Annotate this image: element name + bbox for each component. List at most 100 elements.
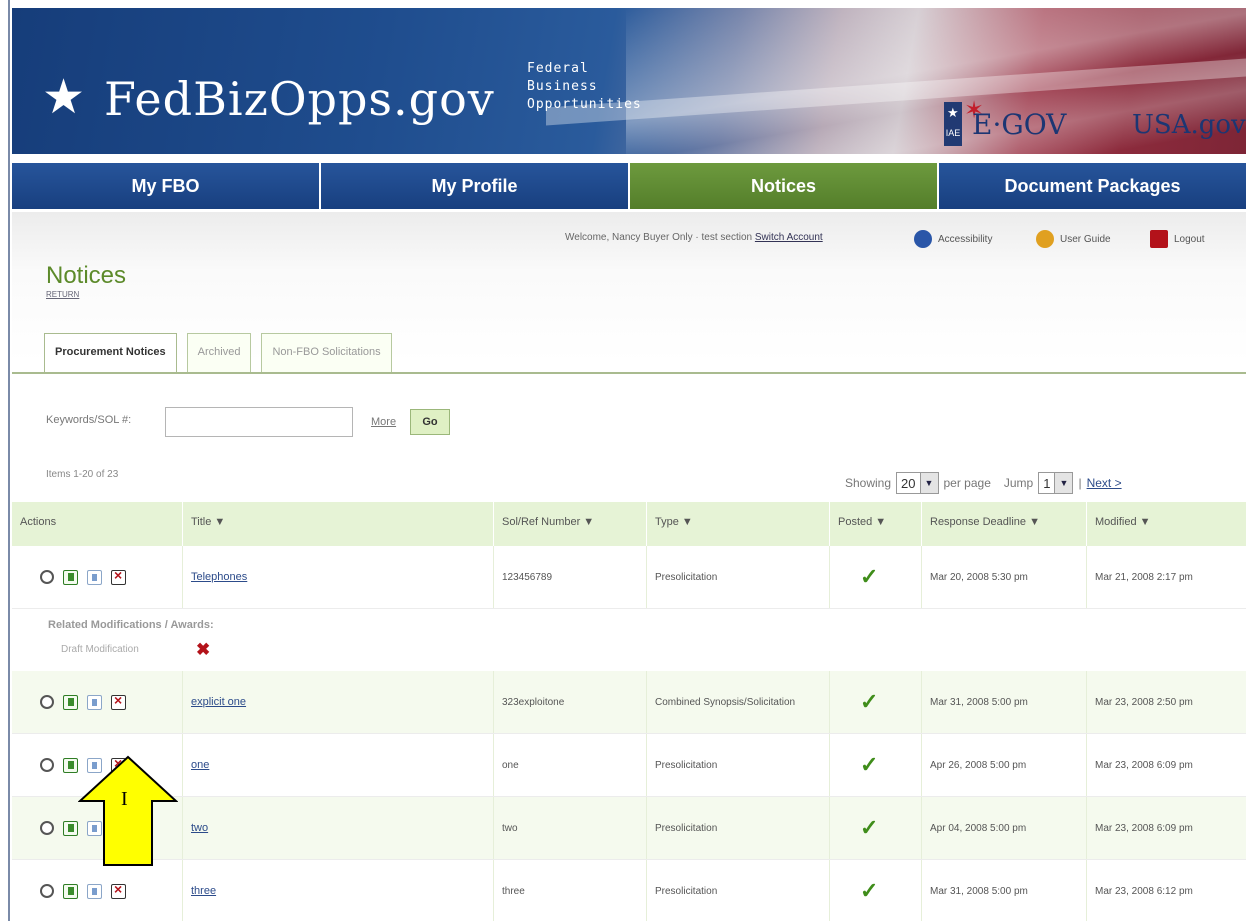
row-modified: Mar 23, 2008 6:12 pm: [1095, 885, 1193, 897]
usagov-logo[interactable]: USA.gov: [1132, 110, 1246, 140]
modify-icon[interactable]: [87, 569, 102, 585]
delete-icon[interactable]: [111, 692, 126, 710]
keywords-label: Keywords/SOL #:: [46, 414, 132, 426]
notice-title-link[interactable]: two: [191, 822, 208, 834]
go-button[interactable]: Go: [410, 409, 450, 435]
pager-divider: |: [1078, 476, 1082, 490]
row-actions: [12, 546, 183, 608]
jump-select[interactable]: 1 ▼: [1038, 472, 1074, 494]
edit-icon[interactable]: [63, 820, 78, 836]
per-page-label: per page: [943, 476, 991, 490]
chevron-down-icon: ▼: [1054, 473, 1073, 493]
notices-table: Actions Title ▼ Sol/Ref Number ▼ Type ▼ …: [12, 502, 1246, 921]
delete-icon[interactable]: [111, 881, 126, 899]
edit-icon[interactable]: [63, 569, 78, 585]
modify-icon[interactable]: [87, 694, 102, 710]
col-type[interactable]: Type ▼: [647, 502, 830, 546]
row-posted: ✓: [830, 671, 922, 733]
page-title: Notices: [46, 262, 127, 289]
view-icon[interactable]: [40, 758, 54, 772]
col-deadline[interactable]: Response Deadline ▼: [922, 502, 1087, 546]
edit-icon[interactable]: [63, 694, 78, 710]
row-type: Combined Synopsis/Solicitation: [647, 671, 830, 733]
row-sol: two: [494, 797, 647, 859]
row-type: Presolicitation: [647, 546, 830, 608]
check-icon: ✓: [860, 564, 879, 589]
row-deadline: Mar 31, 2008 5:00 pm: [922, 860, 1087, 921]
tab-divider: [12, 372, 1246, 374]
page-frame: ★ FedBizOpps.gov Federal Business Opport…: [0, 0, 1248, 921]
keywords-input[interactable]: [165, 407, 353, 437]
callout-label: I: [121, 788, 128, 810]
table-row: explicit one 323exploitone Combined Syno…: [12, 671, 1246, 734]
next-page-link[interactable]: Next >: [1087, 476, 1122, 490]
row-actions: [12, 860, 183, 921]
tab-archived[interactable]: Archived: [186, 333, 252, 373]
draft-modification-label: Draft Modification: [61, 644, 139, 655]
tab-procurement-notices[interactable]: Procurement Notices: [44, 333, 177, 374]
view-icon[interactable]: [40, 821, 54, 835]
row-title: one: [183, 734, 494, 796]
iae-star-icon: ★: [947, 105, 959, 120]
logout-link[interactable]: Logout: [1150, 230, 1205, 248]
delete-draft-icon[interactable]: ✖: [196, 640, 210, 660]
nav-document-packages[interactable]: Document Packages: [939, 163, 1246, 209]
row-deadline: Mar 31, 2008 5:00 pm: [922, 671, 1087, 733]
notice-title-link[interactable]: Telephones: [191, 571, 247, 583]
logo-star-icon: ★: [42, 71, 86, 124]
notice-title-link[interactable]: one: [191, 759, 209, 771]
row-posted: ✓: [830, 734, 922, 796]
row-title: Telephones: [183, 546, 494, 608]
nav-my-fbo[interactable]: My FBO: [12, 163, 321, 209]
check-icon: ✓: [860, 752, 879, 777]
delete-icon[interactable]: [111, 567, 126, 585]
col-modified[interactable]: Modified ▼: [1087, 502, 1246, 546]
site-logo[interactable]: FedBizOpps.gov: [104, 74, 495, 124]
row-deadline: Apr 04, 2008 5:00 pm: [922, 797, 1087, 859]
showing-label: Showing: [845, 476, 892, 490]
user-guide-link[interactable]: User Guide: [1036, 230, 1111, 248]
row-title: explicit one: [183, 671, 494, 733]
row-modified: Mar 23, 2008 6:09 pm: [1095, 759, 1193, 771]
col-actions: Actions: [12, 502, 183, 546]
check-icon: ✓: [860, 689, 879, 714]
switch-account-link[interactable]: Switch Account: [755, 232, 823, 243]
per-page-select[interactable]: 20 ▼: [896, 472, 939, 494]
return-link[interactable]: RETURN: [46, 290, 79, 299]
check-icon: ✓: [860, 878, 879, 903]
col-sol-ref[interactable]: Sol/Ref Number ▼: [494, 502, 647, 546]
more-options-link[interactable]: More: [371, 416, 396, 428]
main-nav: My FBO My Profile Notices Document Packa…: [12, 163, 1246, 209]
edit-icon[interactable]: [63, 757, 78, 773]
notice-title-link[interactable]: explicit one: [191, 696, 246, 708]
row-posted: ✓: [830, 797, 922, 859]
jump-value: 1: [1043, 475, 1051, 491]
row-modified: Mar 23, 2008 2:50 pm: [1095, 696, 1193, 708]
subtitle-line: Opportunities: [527, 97, 642, 112]
accessibility-link[interactable]: Accessibility: [914, 230, 992, 248]
tab-non-fbo-solicitations[interactable]: Non-FBO Solicitations: [261, 333, 392, 373]
iae-logo[interactable]: ★ IAE: [944, 102, 962, 146]
modify-icon[interactable]: [87, 883, 102, 899]
table-row: one one Presolicitation ✓ Apr 26, 2008 5…: [12, 734, 1246, 797]
row-sol: three: [494, 860, 647, 921]
col-posted[interactable]: Posted ▼: [830, 502, 922, 546]
egov-logo[interactable]: E·GOV: [972, 108, 1066, 141]
notice-title-link[interactable]: three: [191, 885, 216, 897]
row-posted: ✓: [830, 546, 922, 608]
nav-my-profile[interactable]: My Profile: [321, 163, 630, 209]
edit-icon[interactable]: [63, 883, 78, 899]
view-icon[interactable]: [40, 570, 54, 584]
row-sol: 123456789: [494, 546, 647, 608]
view-icon[interactable]: [40, 695, 54, 709]
chevron-down-icon: ▼: [919, 473, 938, 493]
pager: Showing 20 ▼ per page Jump 1 ▼ | Next >: [845, 472, 1122, 494]
col-title[interactable]: Title ▼: [183, 502, 494, 546]
row-modified: Mar 21, 2008 2:17 pm: [1095, 571, 1193, 583]
table-row: three three Presolicitation ✓ Mar 31, 20…: [12, 860, 1246, 921]
related-modifications: Related Modifications / Awards: Draft Mo…: [12, 609, 1246, 671]
items-count: Items 1-20 of 23: [46, 469, 119, 480]
nav-notices[interactable]: Notices: [630, 163, 939, 209]
help-icon: [1036, 230, 1054, 248]
view-icon[interactable]: [40, 884, 54, 898]
